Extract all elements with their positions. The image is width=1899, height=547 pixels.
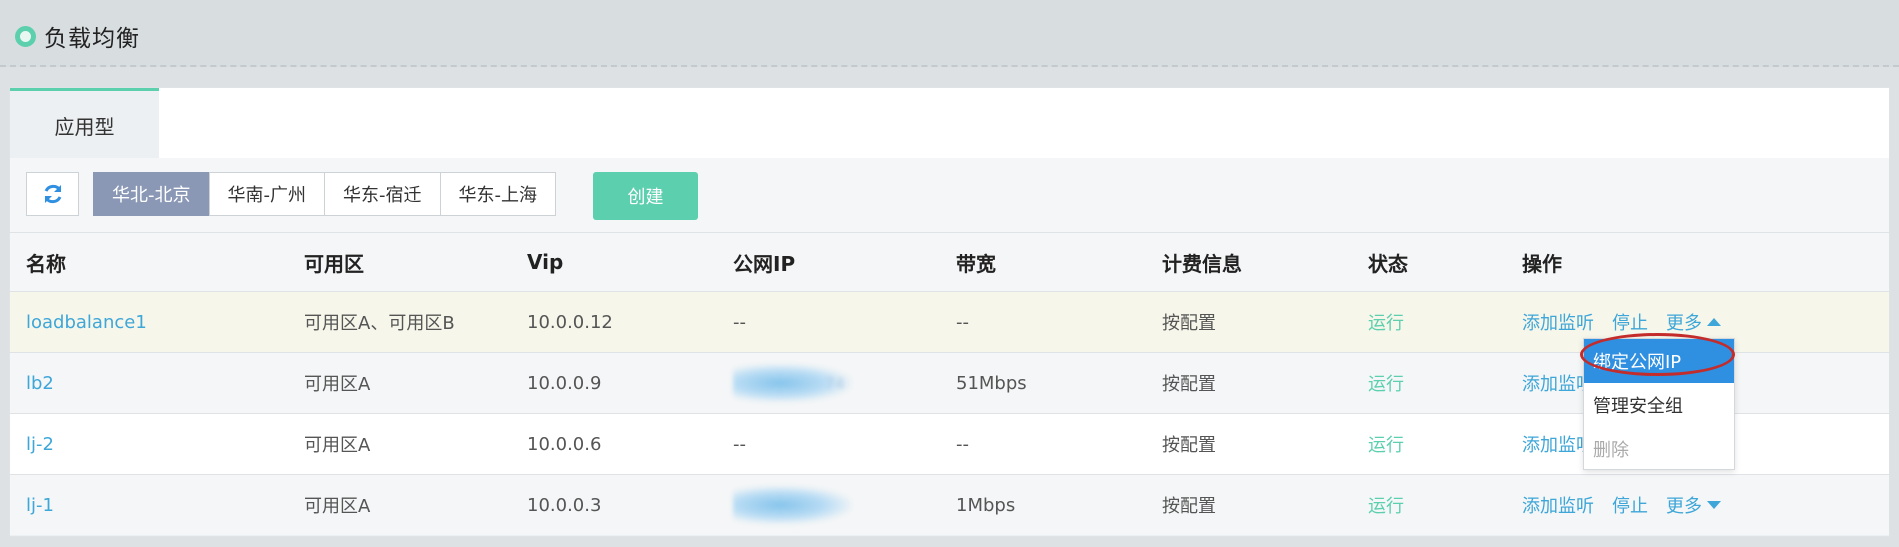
- top-header: 负载均衡: [0, 0, 1899, 67]
- page-title: 负载均衡: [44, 26, 140, 52]
- status-cell: 运行: [1368, 374, 1404, 395]
- manage-security-group-item[interactable]: 管理安全组: [1584, 383, 1734, 427]
- status-cell: 运行: [1368, 313, 1404, 334]
- public-ip-cell: --: [733, 433, 746, 455]
- bandwidth-cell: 1Mbps: [956, 494, 1016, 516]
- create-button[interactable]: 创建: [593, 172, 698, 220]
- az-cell: 可用区A、可用区B: [304, 313, 455, 334]
- public-ip-cell: --: [733, 311, 746, 333]
- az-cell: 可用区A: [304, 435, 371, 456]
- ring-icon: [15, 25, 36, 47]
- tab-application[interactable]: 应用型: [10, 88, 159, 159]
- caret-down-icon: [1707, 501, 1721, 509]
- lb-name-link[interactable]: lb2: [26, 353, 54, 413]
- public-ip-cell: [733, 475, 851, 535]
- more-link[interactable]: 更多: [1666, 309, 1702, 335]
- lb-name-link[interactable]: loadbalance1: [26, 292, 147, 352]
- table-row: lj-1 可用区A 10.0.0.3 1Mbps 按配置 运行 添加监听 停止 …: [10, 474, 1889, 535]
- vip-cell: 10.0.0.6: [527, 433, 602, 455]
- status-cell: 运行: [1368, 435, 1404, 456]
- vip-cell: 10.0.0.12: [527, 311, 613, 333]
- column-header-bandwidth: 带宽: [956, 251, 996, 276]
- column-header-actions: 操作: [1522, 251, 1562, 276]
- bind-public-ip-item[interactable]: 绑定公网IP: [1584, 339, 1734, 383]
- lb-name-link[interactable]: lj-1: [26, 475, 54, 535]
- region-button-suqian[interactable]: 华东-宿迁: [324, 172, 441, 216]
- billing-cell: 按配置: [1162, 435, 1216, 456]
- lb-name-link[interactable]: lj-2: [26, 414, 54, 474]
- vip-cell: 10.0.0.9: [527, 372, 602, 394]
- region-button-guangzhou[interactable]: 华南-广州: [208, 172, 325, 216]
- toolbar: 华北-北京 华南-广州 华东-宿迁 华东-上海 创建: [10, 158, 1889, 232]
- bandwidth-cell: --: [956, 433, 969, 455]
- more-actions-dropdown: 绑定公网IP 管理安全组 删除: [1583, 338, 1735, 470]
- region-button-beijing[interactable]: 华北-北京: [93, 172, 210, 216]
- add-listener-link[interactable]: 添加监听: [1522, 492, 1594, 518]
- column-header-vip: Vip: [527, 250, 564, 274]
- column-header-public-ip: 公网IP: [733, 251, 796, 276]
- actions-cell: 添加监听 停止 更多: [1522, 475, 1721, 535]
- table-header: 名称 可用区 Vip 公网IP 带宽 计费信息 状态 操作: [10, 232, 1889, 291]
- billing-cell: 按配置: [1162, 374, 1216, 395]
- bandwidth-cell: --: [956, 311, 969, 333]
- vip-cell: 10.0.0.3: [527, 494, 602, 516]
- billing-cell: 按配置: [1162, 496, 1216, 517]
- region-switcher: 华北-北京 华南-广州 华东-宿迁 华东-上海: [93, 172, 556, 216]
- caret-up-icon: [1707, 318, 1721, 326]
- delete-item: 删除: [1593, 440, 1629, 461]
- blurred-ip: [733, 486, 851, 524]
- stop-link[interactable]: 停止: [1612, 492, 1648, 518]
- more-link[interactable]: 更多: [1666, 492, 1702, 518]
- tab-bar: 应用型: [10, 88, 1889, 159]
- title-wrap: 负载均衡: [15, 19, 140, 53]
- add-listener-link[interactable]: 添加监听: [1522, 309, 1594, 335]
- column-header-name: 名称: [26, 251, 66, 276]
- az-cell: 可用区A: [304, 374, 371, 395]
- public-ip-cell: 74: [733, 353, 851, 413]
- column-header-billing: 计费信息: [1162, 251, 1242, 276]
- status-cell: 运行: [1368, 496, 1404, 517]
- column-header-status: 状态: [1368, 251, 1408, 276]
- bandwidth-cell: 51Mbps: [956, 372, 1027, 394]
- refresh-button[interactable]: [26, 172, 79, 216]
- refresh-icon: [44, 184, 61, 204]
- billing-cell: 按配置: [1162, 313, 1216, 334]
- stop-link[interactable]: 停止: [1612, 309, 1648, 335]
- az-cell: 可用区A: [304, 496, 371, 517]
- region-button-shanghai[interactable]: 华东-上海: [439, 172, 556, 216]
- column-header-az: 可用区: [304, 251, 364, 276]
- blurred-ip: 74: [733, 364, 851, 402]
